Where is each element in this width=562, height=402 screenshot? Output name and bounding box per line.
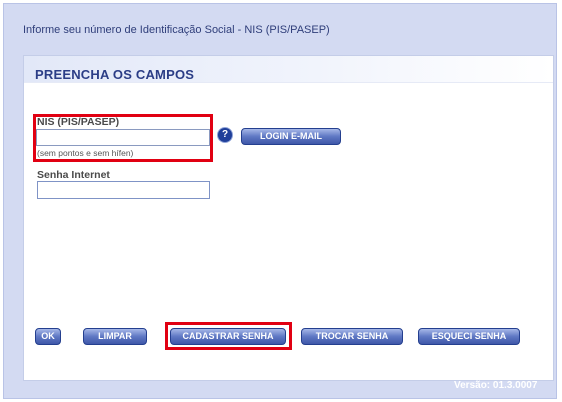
trocar-senha-button[interactable]: TROCAR SENHA — [301, 328, 403, 345]
panel-header: PREENCHA OS CAMPOS — [24, 56, 553, 83]
help-question-icon[interactable]: ? — [218, 128, 232, 142]
ok-button[interactable]: OK — [35, 328, 61, 345]
esqueci-senha-button[interactable]: ESQUECI SENHA — [418, 328, 520, 345]
version-text: Versão: 01.3.0007 — [454, 380, 538, 391]
senha-label: Senha Internet — [37, 169, 110, 181]
limpar-button[interactable]: LIMPAR — [83, 328, 147, 345]
cadastrar-senha-button[interactable]: CADASTRAR SENHA — [170, 328, 286, 345]
intro-text: Informe seu número de Identificação Soci… — [23, 24, 330, 36]
senha-input[interactable] — [37, 181, 210, 199]
login-email-button[interactable]: LOGIN E-MAIL — [241, 128, 341, 145]
nis-hint: (sem pontos e sem hífen) — [37, 148, 134, 158]
app-frame: Informe seu número de Identificação Soci… — [3, 3, 557, 399]
nis-input[interactable] — [36, 129, 210, 146]
form-panel: PREENCHA OS CAMPOS NIS (PIS/PASEP) (sem … — [23, 55, 554, 381]
nis-label: NIS (PIS/PASEP) — [37, 116, 120, 128]
panel-title: PREENCHA OS CAMPOS — [35, 67, 195, 82]
